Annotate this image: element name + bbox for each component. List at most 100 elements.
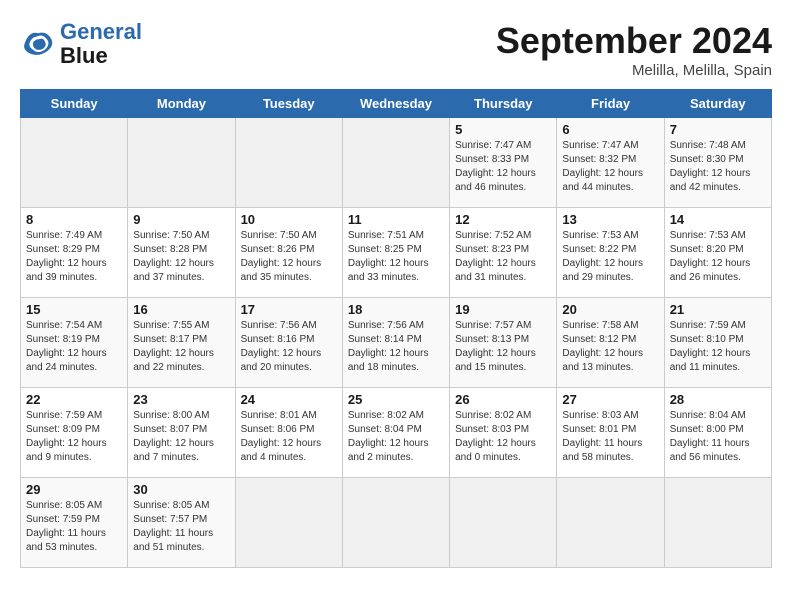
day-info: Sunrise: 7:49 AMSunset: 8:29 PMDaylight:… <box>26 230 107 283</box>
calendar-cell: 20 Sunrise: 7:58 AMSunset: 8:12 PMDaylig… <box>557 298 664 388</box>
day-info: Sunrise: 7:50 AMSunset: 8:28 PMDaylight:… <box>133 230 214 283</box>
calendar-cell: 10 Sunrise: 7:50 AMSunset: 8:26 PMDaylig… <box>235 208 342 298</box>
day-info: Sunrise: 7:47 AMSunset: 8:32 PMDaylight:… <box>562 140 643 193</box>
day-number: 25 <box>348 392 444 407</box>
calendar-cell: 5 Sunrise: 7:47 AMSunset: 8:33 PMDayligh… <box>450 118 557 208</box>
day-info: Sunrise: 8:02 AMSunset: 8:04 PMDaylight:… <box>348 410 429 463</box>
day-number: 19 <box>455 302 551 317</box>
calendar-cell: 6 Sunrise: 7:47 AMSunset: 8:32 PMDayligh… <box>557 118 664 208</box>
day-info: Sunrise: 7:56 AMSunset: 8:16 PMDaylight:… <box>241 320 322 373</box>
day-number: 7 <box>670 122 766 137</box>
day-number: 14 <box>670 212 766 227</box>
day-info: Sunrise: 8:05 AMSunset: 7:59 PMDaylight:… <box>26 500 106 553</box>
calendar-cell: 9 Sunrise: 7:50 AMSunset: 8:28 PMDayligh… <box>128 208 235 298</box>
calendar-cell: 18 Sunrise: 7:56 AMSunset: 8:14 PMDaylig… <box>342 298 449 388</box>
calendar-cell: 14 Sunrise: 7:53 AMSunset: 8:20 PMDaylig… <box>664 208 771 298</box>
calendar-cell <box>342 118 449 208</box>
calendar-cell <box>557 478 664 568</box>
day-number: 29 <box>26 482 122 497</box>
calendar-cell: 8 Sunrise: 7:49 AMSunset: 8:29 PMDayligh… <box>21 208 128 298</box>
calendar-week-5: 29 Sunrise: 8:05 AMSunset: 7:59 PMDaylig… <box>21 478 772 568</box>
day-info: Sunrise: 7:57 AMSunset: 8:13 PMDaylight:… <box>455 320 536 373</box>
day-number: 27 <box>562 392 658 407</box>
day-number: 28 <box>670 392 766 407</box>
day-info: Sunrise: 7:50 AMSunset: 8:26 PMDaylight:… <box>241 230 322 283</box>
day-info: Sunrise: 8:00 AMSunset: 8:07 PMDaylight:… <box>133 410 214 463</box>
day-number: 20 <box>562 302 658 317</box>
calendar-cell: 24 Sunrise: 8:01 AMSunset: 8:06 PMDaylig… <box>235 388 342 478</box>
day-info: Sunrise: 7:53 AMSunset: 8:22 PMDaylight:… <box>562 230 643 283</box>
calendar-cell: 16 Sunrise: 7:55 AMSunset: 8:17 PMDaylig… <box>128 298 235 388</box>
logo-icon <box>20 26 56 62</box>
header-day-thursday: Thursday <box>450 90 557 118</box>
day-number: 15 <box>26 302 122 317</box>
calendar-cell: 26 Sunrise: 8:02 AMSunset: 8:03 PMDaylig… <box>450 388 557 478</box>
calendar-cell: 17 Sunrise: 7:56 AMSunset: 8:16 PMDaylig… <box>235 298 342 388</box>
calendar-cell <box>342 478 449 568</box>
day-number: 17 <box>241 302 337 317</box>
day-number: 13 <box>562 212 658 227</box>
day-info: Sunrise: 8:03 AMSunset: 8:01 PMDaylight:… <box>562 410 642 463</box>
day-info: Sunrise: 8:04 AMSunset: 8:00 PMDaylight:… <box>670 410 750 463</box>
calendar-cell <box>664 478 771 568</box>
calendar-cell: 27 Sunrise: 8:03 AMSunset: 8:01 PMDaylig… <box>557 388 664 478</box>
calendar-cell: 13 Sunrise: 7:53 AMSunset: 8:22 PMDaylig… <box>557 208 664 298</box>
day-number: 6 <box>562 122 658 137</box>
day-number: 24 <box>241 392 337 407</box>
day-number: 21 <box>670 302 766 317</box>
calendar-cell: 30 Sunrise: 8:05 AMSunset: 7:57 PMDaylig… <box>128 478 235 568</box>
day-info: Sunrise: 7:53 AMSunset: 8:20 PMDaylight:… <box>670 230 751 283</box>
calendar-week-4: 22 Sunrise: 7:59 AMSunset: 8:09 PMDaylig… <box>21 388 772 478</box>
day-info: Sunrise: 7:55 AMSunset: 8:17 PMDaylight:… <box>133 320 214 373</box>
logo: General Blue <box>20 20 142 68</box>
day-number: 22 <box>26 392 122 407</box>
day-number: 12 <box>455 212 551 227</box>
calendar-cell: 12 Sunrise: 7:52 AMSunset: 8:23 PMDaylig… <box>450 208 557 298</box>
day-number: 16 <box>133 302 229 317</box>
calendar-cell: 23 Sunrise: 8:00 AMSunset: 8:07 PMDaylig… <box>128 388 235 478</box>
calendar-cell: 15 Sunrise: 7:54 AMSunset: 8:19 PMDaylig… <box>21 298 128 388</box>
day-number: 10 <box>241 212 337 227</box>
calendar-cell: 22 Sunrise: 7:59 AMSunset: 8:09 PMDaylig… <box>21 388 128 478</box>
location: Melilla, Melilla, Spain <box>496 62 772 79</box>
day-info: Sunrise: 7:47 AMSunset: 8:33 PMDaylight:… <box>455 140 536 193</box>
logo-line2: Blue <box>60 44 142 68</box>
calendar-table: SundayMondayTuesdayWednesdayThursdayFrid… <box>20 89 772 568</box>
header-day-sunday: Sunday <box>21 90 128 118</box>
header-day-monday: Monday <box>128 90 235 118</box>
calendar-cell: 19 Sunrise: 7:57 AMSunset: 8:13 PMDaylig… <box>450 298 557 388</box>
calendar-cell <box>450 478 557 568</box>
header: General Blue September 2024 Melilla, Mel… <box>20 20 772 79</box>
day-info: Sunrise: 7:58 AMSunset: 8:12 PMDaylight:… <box>562 320 643 373</box>
header-day-saturday: Saturday <box>664 90 771 118</box>
day-number: 8 <box>26 212 122 227</box>
calendar-cell: 7 Sunrise: 7:48 AMSunset: 8:30 PMDayligh… <box>664 118 771 208</box>
calendar-cell: 11 Sunrise: 7:51 AMSunset: 8:25 PMDaylig… <box>342 208 449 298</box>
day-info: Sunrise: 7:54 AMSunset: 8:19 PMDaylight:… <box>26 320 107 373</box>
day-info: Sunrise: 7:59 AMSunset: 8:09 PMDaylight:… <box>26 410 107 463</box>
header-day-friday: Friday <box>557 90 664 118</box>
header-day-wednesday: Wednesday <box>342 90 449 118</box>
header-day-tuesday: Tuesday <box>235 90 342 118</box>
day-number: 26 <box>455 392 551 407</box>
day-number: 11 <box>348 212 444 227</box>
calendar-cell <box>128 118 235 208</box>
day-number: 18 <box>348 302 444 317</box>
day-number: 9 <box>133 212 229 227</box>
day-info: Sunrise: 8:02 AMSunset: 8:03 PMDaylight:… <box>455 410 536 463</box>
calendar-cell <box>21 118 128 208</box>
calendar-week-1: 5 Sunrise: 7:47 AMSunset: 8:33 PMDayligh… <box>21 118 772 208</box>
day-info: Sunrise: 7:48 AMSunset: 8:30 PMDaylight:… <box>670 140 751 193</box>
calendar-cell: 21 Sunrise: 7:59 AMSunset: 8:10 PMDaylig… <box>664 298 771 388</box>
calendar-cell <box>235 118 342 208</box>
calendar-cell: 28 Sunrise: 8:04 AMSunset: 8:00 PMDaylig… <box>664 388 771 478</box>
day-number: 5 <box>455 122 551 137</box>
header-row: SundayMondayTuesdayWednesdayThursdayFrid… <box>21 90 772 118</box>
day-number: 23 <box>133 392 229 407</box>
day-info: Sunrise: 8:01 AMSunset: 8:06 PMDaylight:… <box>241 410 322 463</box>
day-info: Sunrise: 7:56 AMSunset: 8:14 PMDaylight:… <box>348 320 429 373</box>
logo-line1: General <box>60 19 142 44</box>
calendar-cell <box>235 478 342 568</box>
calendar-cell: 25 Sunrise: 8:02 AMSunset: 8:04 PMDaylig… <box>342 388 449 478</box>
day-info: Sunrise: 7:59 AMSunset: 8:10 PMDaylight:… <box>670 320 751 373</box>
